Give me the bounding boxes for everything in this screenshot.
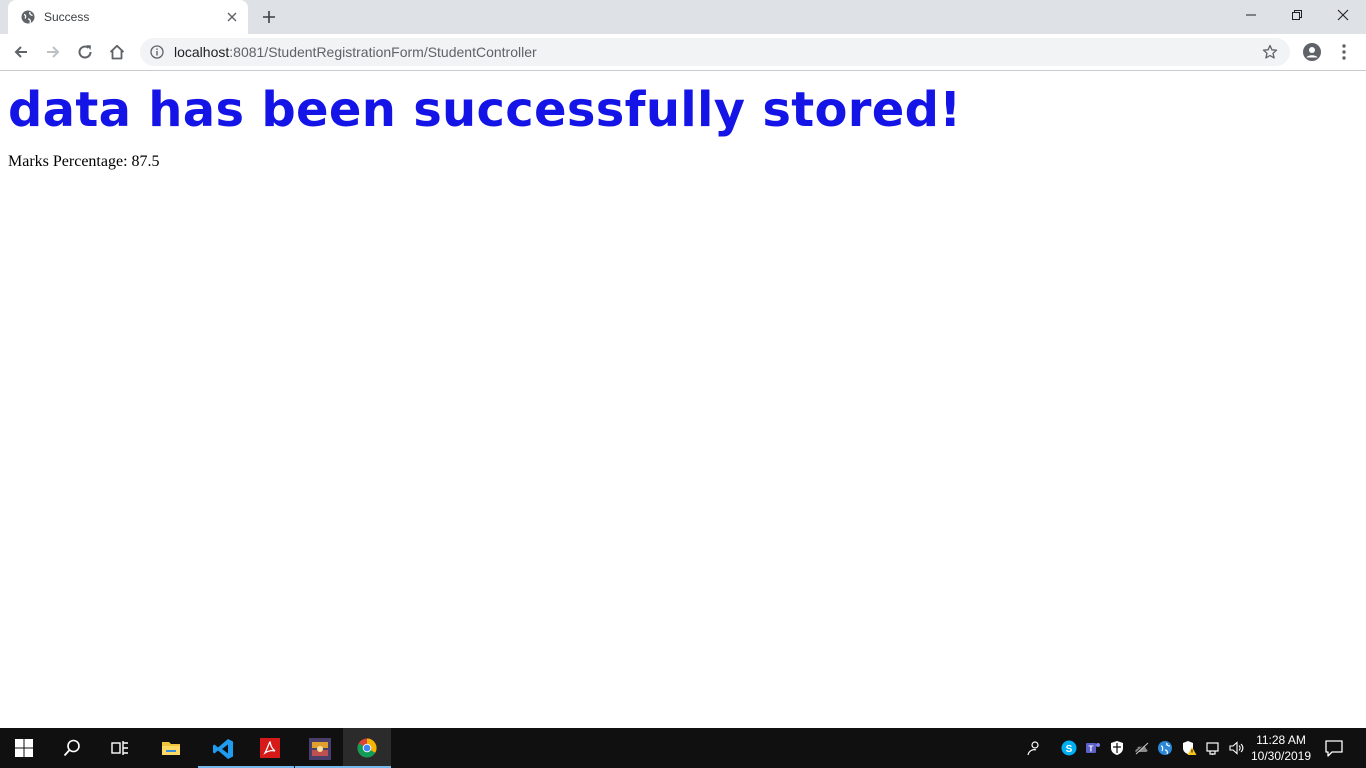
windows-start-icon <box>15 739 33 757</box>
notifications-icon[interactable] <box>1324 738 1344 758</box>
svg-text:S: S <box>1066 744 1073 755</box>
skype-icon[interactable]: S <box>1061 740 1077 756</box>
acrobat-button[interactable] <box>246 728 294 768</box>
taskbar-clock[interactable]: 11:28 AM 10/30/2019 <box>1248 732 1314 764</box>
restore-icon <box>1292 10 1302 20</box>
game-ide-button[interactable] <box>295 728 343 768</box>
address-bar[interactable]: localhost:8081/StudentRegistrationForm/S… <box>140 38 1290 66</box>
page-content: data has been successfully stored! Marks… <box>0 72 1366 728</box>
kebab-menu-icon[interactable] <box>1337 42 1351 62</box>
success-heading: data has been successfully stored! <box>8 82 962 138</box>
search-button[interactable] <box>48 728 96 768</box>
back-button[interactable] <box>10 41 32 63</box>
svg-text:T: T <box>1089 745 1094 754</box>
tab-close-icon[interactable] <box>225 10 239 24</box>
people-icon[interactable] <box>1025 740 1041 756</box>
search-icon <box>63 739 80 757</box>
security-shield-icon[interactable] <box>1109 740 1125 756</box>
marks-percentage-text: Marks Percentage: 87.5 <box>8 153 160 170</box>
url-host: localhost <box>174 44 230 60</box>
bookmark-star-icon[interactable] <box>1262 44 1278 60</box>
network-globe-icon[interactable] <box>1157 740 1173 756</box>
clock-time: 11:28 AM <box>1256 733 1306 747</box>
profile-avatar-icon[interactable] <box>1302 42 1322 62</box>
tab-strip: Success <box>0 0 1366 34</box>
chrome-icon <box>357 738 377 758</box>
restore-button[interactable] <box>1274 0 1320 30</box>
url-path: :8081/StudentRegistrationForm/StudentCon… <box>229 44 537 60</box>
close-icon <box>1337 9 1349 21</box>
globe-icon <box>21 10 35 24</box>
home-icon <box>109 44 125 60</box>
chrome-button[interactable] <box>343 728 391 768</box>
minimize-button[interactable] <box>1228 0 1274 30</box>
forward-button[interactable] <box>42 41 64 63</box>
new-tab-icon[interactable] <box>260 8 278 26</box>
task-view-button[interactable] <box>96 728 144 768</box>
acrobat-icon <box>260 738 280 758</box>
url-text[interactable]: localhost:8081/StudentRegistrationForm/S… <box>174 45 537 60</box>
info-icon[interactable] <box>150 45 164 59</box>
tab-title: Success <box>44 10 90 24</box>
defender-warning-icon[interactable] <box>1181 740 1197 756</box>
clock-date: 10/30/2019 <box>1250 749 1312 763</box>
arrow-left-icon <box>14 46 27 58</box>
volume-icon[interactable] <box>1229 740 1245 756</box>
home-button[interactable] <box>106 41 128 63</box>
arrow-right-icon <box>47 46 60 58</box>
reload-button[interactable] <box>74 41 96 63</box>
game-ide-icon <box>309 738 331 760</box>
windows-taskbar: S T 11:28 AM 10/30/2019 <box>0 728 1366 768</box>
close-window-button[interactable] <box>1320 0 1366 30</box>
teams-icon[interactable]: T <box>1085 740 1101 756</box>
file-explorer-icon <box>162 742 180 755</box>
vs-code-button[interactable] <box>198 728 246 768</box>
network-wired-icon[interactable] <box>1205 740 1221 756</box>
minimize-icon <box>1246 14 1256 16</box>
onedrive-icon[interactable] <box>1133 740 1149 756</box>
file-explorer-button[interactable] <box>147 728 195 768</box>
task-view-icon <box>111 741 128 755</box>
browser-tab[interactable]: Success <box>8 0 248 34</box>
start-button[interactable] <box>0 728 48 768</box>
reload-icon <box>78 45 92 59</box>
browser-toolbar: localhost:8081/StudentRegistrationForm/S… <box>0 34 1366 71</box>
vs-code-icon <box>213 739 233 759</box>
